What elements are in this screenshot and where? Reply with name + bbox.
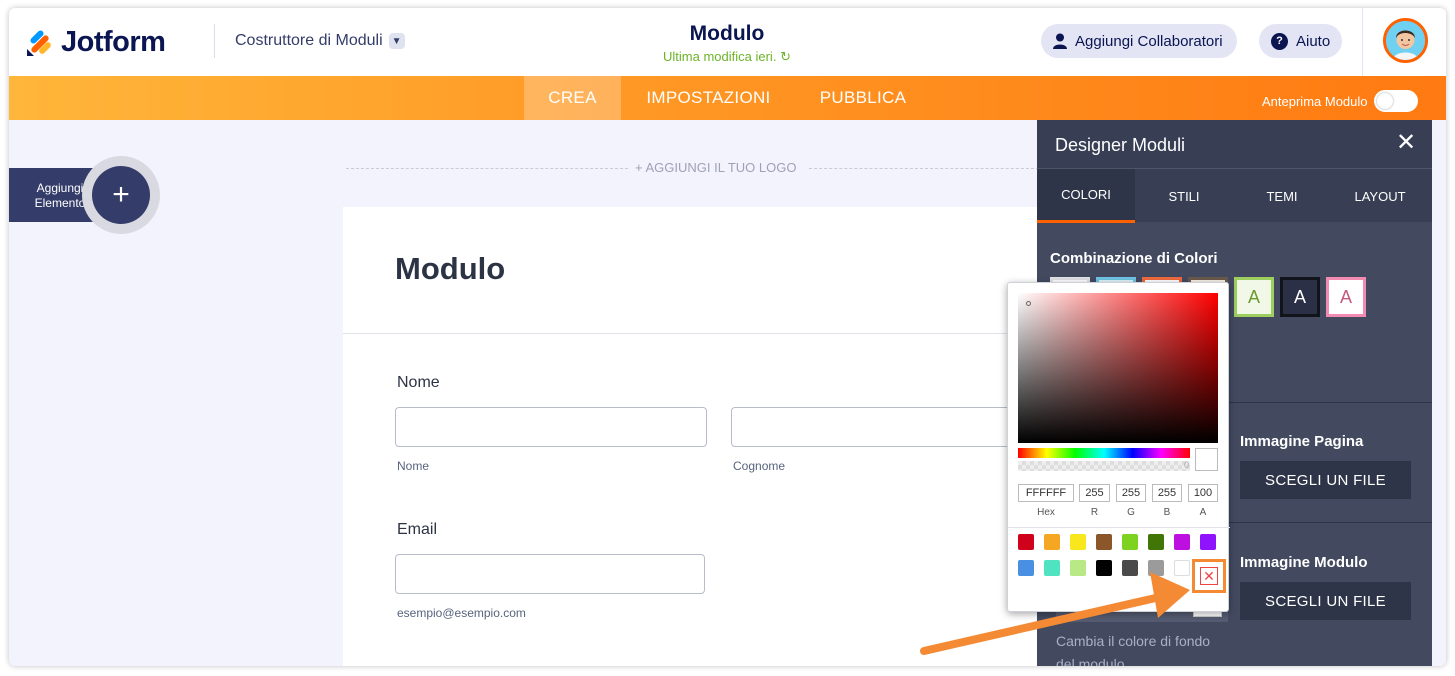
preset-color-swatch[interactable] [1122, 534, 1138, 550]
top-header: Jotform Costruttore di Moduli ▼ Modulo U… [9, 8, 1446, 76]
designer-tabs: COLORI STILI TEMI LAYOUT [1037, 168, 1432, 223]
name-field-label: Nome [397, 374, 440, 391]
alpha-input[interactable]: 100 [1188, 484, 1218, 502]
refresh-icon[interactable]: ↻ [780, 49, 791, 64]
preset-color-swatch[interactable] [1096, 534, 1112, 550]
first-name-sublabel: Nome [397, 459, 430, 473]
form-title[interactable]: Modulo [649, 22, 805, 46]
no-color-icon: ✕ [1200, 567, 1218, 585]
alpha-label: A [1199, 507, 1207, 518]
green-label: G [1127, 507, 1135, 518]
form-card: Modulo Nome Nome Cognome Email esempio@e… [343, 207, 1043, 666]
tab-pubblica[interactable]: PUBBLICA [796, 76, 930, 120]
preset-color-swatch[interactable] [1070, 534, 1086, 550]
alpha-slider[interactable] [1018, 461, 1190, 471]
blue-input[interactable]: 255 [1152, 484, 1182, 502]
logo-dashed-line-left [346, 168, 628, 169]
red-input[interactable]: 255 [1079, 484, 1110, 502]
hex-label: Hex [1037, 507, 1055, 518]
current-color-preview [1195, 448, 1218, 471]
saturation-area[interactable] [1018, 293, 1218, 443]
header-divider-right [1362, 8, 1363, 76]
hex-input[interactable]: FFFFFF [1018, 484, 1074, 502]
color-scheme-swatch[interactable]: A [1326, 277, 1366, 317]
last-name-sublabel: Cognome [733, 459, 786, 473]
preview-switch[interactable] [1373, 90, 1418, 112]
form-bg-help-text: Cambia il colore di fondo del modulo [1056, 633, 1211, 666]
blue-label: B [1163, 507, 1171, 518]
preset-color-swatch[interactable] [1200, 534, 1216, 550]
email-input[interactable] [395, 554, 705, 594]
preset-color-swatch[interactable] [1174, 534, 1190, 550]
preset-color-swatch[interactable] [1174, 560, 1190, 576]
red-label: R [1090, 507, 1099, 518]
jotform-logo[interactable]: Jotform [25, 26, 166, 59]
preset-color-swatch[interactable] [1044, 534, 1060, 550]
form-heading[interactable]: Modulo [395, 251, 505, 287]
user-icon [1053, 33, 1067, 49]
last-modified-text: Ultima modifica ieri. [663, 49, 777, 64]
tab-crea[interactable]: CREA [524, 76, 621, 120]
brand-name: Jotform [61, 26, 166, 58]
jotform-logo-icon [27, 29, 51, 56]
preview-label: Anteprima Modulo [1262, 93, 1368, 109]
main-navbar: CREA IMPOSTAZIONI PUBBLICA Anteprima Mod… [9, 76, 1446, 120]
saturation-cursor[interactable] [1026, 301, 1031, 306]
header-divider [214, 24, 215, 58]
switch-knob [1376, 93, 1393, 109]
color-scheme-swatch[interactable]: A [1280, 277, 1320, 317]
form-image-title: Immagine Modulo [1240, 554, 1368, 571]
preset-color-swatch[interactable] [1122, 560, 1138, 576]
preset-color-swatch[interactable] [1148, 560, 1164, 576]
designer-title: Designer Moduli [1055, 135, 1186, 155]
last-name-input[interactable] [731, 407, 1043, 447]
color-picker-popover: 0 FFFFFF 255 255 255 100 Hex R G B A ✕ [1007, 282, 1230, 612]
app-window: Jotform Costruttore di Moduli ▼ Modulo U… [9, 8, 1446, 666]
green-input[interactable]: 255 [1116, 484, 1146, 502]
preset-color-swatch[interactable] [1044, 560, 1060, 576]
add-element-button[interactable]: + [92, 166, 150, 224]
picker-divider [1008, 527, 1230, 528]
preset-color-swatch[interactable] [1070, 560, 1086, 576]
builder-dropdown[interactable]: Costruttore di Moduli ▼ [235, 32, 405, 50]
tab-layout[interactable]: LAYOUT [1331, 169, 1429, 223]
add-collaborators-label: Aggiungi Collaboratori [1075, 32, 1223, 50]
first-name-input[interactable] [395, 407, 707, 447]
form-image-choose-file-button[interactable]: SCEGLI UN FILE [1240, 582, 1411, 620]
email-sublabel: esempio@esempio.com [397, 606, 526, 620]
last-modified-status: Ultima modifica ieri. ↻ [629, 49, 825, 65]
tab-colori[interactable]: COLORI [1037, 169, 1135, 223]
avatar-image [1386, 21, 1425, 60]
plus-icon: + [112, 178, 130, 211]
help-button[interactable]: ? Aiuto [1259, 24, 1343, 58]
color-scheme-title: Combinazione di Colori [1050, 250, 1218, 267]
builder-label: Costruttore di Moduli [235, 32, 383, 49]
page-image-choose-file-button[interactable]: SCEGLI UN FILE [1240, 461, 1411, 499]
add-collaborators-button[interactable]: Aggiungi Collaboratori [1041, 24, 1237, 58]
avatar[interactable] [1383, 18, 1428, 63]
preset-color-swatch[interactable] [1096, 560, 1112, 576]
tab-temi[interactable]: TEMI [1233, 169, 1331, 223]
help-label: Aiuto [1296, 32, 1331, 50]
add-logo-link[interactable]: + AGGIUNGI IL TUO LOGO [635, 160, 796, 175]
designer-header: Designer Moduli ✕ [1037, 120, 1432, 168]
no-color-swatch[interactable]: ✕ [1192, 559, 1226, 593]
logo-dashed-line-right [809, 168, 1039, 169]
color-scheme-swatch[interactable]: A [1234, 277, 1274, 317]
email-field-label: Email [397, 521, 438, 538]
preset-color-swatch[interactable] [1148, 534, 1164, 550]
alpha-value: 0 [1184, 460, 1190, 470]
form-preview-toggle[interactable]: Anteprima Modulo [1262, 90, 1418, 112]
close-icon[interactable]: ✕ [1396, 131, 1416, 155]
hue-slider[interactable] [1018, 448, 1190, 458]
preset-color-swatch[interactable] [1018, 534, 1034, 550]
page-image-title: Immagine Pagina [1240, 433, 1364, 450]
preset-color-swatch[interactable] [1018, 560, 1034, 576]
question-icon: ? [1271, 32, 1288, 50]
tab-impostazioni[interactable]: IMPOSTAZIONI [621, 76, 796, 120]
chevron-down-icon: ▼ [388, 33, 405, 49]
tab-stili[interactable]: STILI [1135, 169, 1233, 223]
form-divider [343, 333, 1043, 334]
